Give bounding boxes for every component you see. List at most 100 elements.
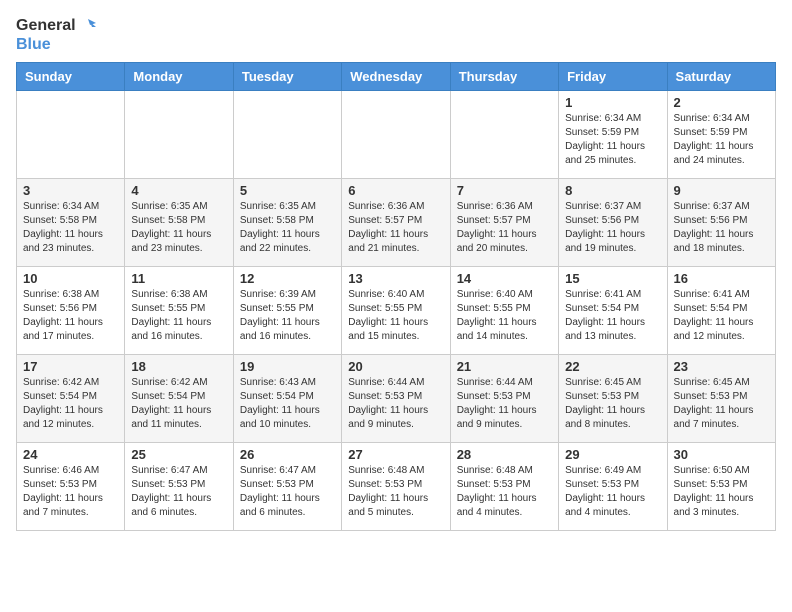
day-number: 18: [131, 359, 226, 374]
day-number: 22: [565, 359, 660, 374]
day-cell: 16 Sunrise: 6:41 AM Sunset: 5:54 PM Dayli…: [667, 267, 775, 355]
day-cell: [17, 91, 125, 179]
day-cell: 28 Sunrise: 6:48 AM Sunset: 5:53 PM Dayli…: [450, 443, 558, 531]
day-info: Sunrise: 6:36 AM Sunset: 5:57 PM Dayligh…: [457, 200, 552, 256]
day-number: 15: [565, 271, 660, 286]
day-info: Sunrise: 6:42 AM Sunset: 5:54 PM Dayligh…: [23, 376, 118, 432]
day-cell: 12 Sunrise: 6:39 AM Sunset: 5:55 PM Dayli…: [233, 267, 341, 355]
day-info: Sunrise: 6:38 AM Sunset: 5:55 PM Dayligh…: [131, 288, 226, 344]
day-number: 8: [565, 183, 660, 198]
day-number: 28: [457, 447, 552, 462]
week-row-2: 3 Sunrise: 6:34 AM Sunset: 5:58 PM Daylig…: [17, 179, 776, 267]
logo: General Blue: [16, 16, 96, 54]
week-row-4: 17 Sunrise: 6:42 AM Sunset: 5:54 PM Dayli…: [17, 355, 776, 443]
day-number: 7: [457, 183, 552, 198]
day-number: 4: [131, 183, 226, 198]
day-cell: 21 Sunrise: 6:44 AM Sunset: 5:53 PM Dayli…: [450, 355, 558, 443]
day-info: Sunrise: 6:37 AM Sunset: 5:56 PM Dayligh…: [674, 200, 769, 256]
day-cell: 29Sunrise: 6:49 AM Sunset: 5:53 PM Dayli…: [559, 443, 667, 531]
day-info: Sunrise: 6:46 AM Sunset: 5:53 PM Dayligh…: [23, 464, 118, 520]
day-info: Sunrise: 6:48 AM Sunset: 5:53 PM Dayligh…: [348, 464, 443, 520]
day-number: 27: [348, 447, 443, 462]
day-info: Sunrise: 6:35 AM Sunset: 5:58 PM Dayligh…: [240, 200, 335, 256]
day-cell: [342, 91, 450, 179]
day-number: 17: [23, 359, 118, 374]
weekday-header-row: SundayMondayTuesdayWednesdayThursdayFrid…: [17, 63, 776, 91]
day-cell: 6Sunrise: 6:36 AM Sunset: 5:57 PM Daylig…: [342, 179, 450, 267]
logo-general: General: [16, 16, 76, 35]
weekday-header-tuesday: Tuesday: [233, 63, 341, 91]
day-number: 13: [348, 271, 443, 286]
day-info: Sunrise: 6:41 AM Sunset: 5:54 PM Dayligh…: [674, 288, 769, 344]
day-cell: 9 Sunrise: 6:37 AM Sunset: 5:56 PM Daylig…: [667, 179, 775, 267]
day-info: Sunrise: 6:48 AM Sunset: 5:53 PM Dayligh…: [457, 464, 552, 520]
day-cell: 4 Sunrise: 6:35 AM Sunset: 5:58 PM Daylig…: [125, 179, 233, 267]
day-cell: 8 Sunrise: 6:37 AM Sunset: 5:56 PM Daylig…: [559, 179, 667, 267]
day-cell: 1 Sunrise: 6:34 AM Sunset: 5:59 PM Daylig…: [559, 91, 667, 179]
day-info: Sunrise: 6:44 AM Sunset: 5:53 PM Dayligh…: [348, 376, 443, 432]
calendar-table: SundayMondayTuesdayWednesdayThursdayFrid…: [16, 62, 776, 531]
day-info: Sunrise: 6:34 AM Sunset: 5:59 PM Dayligh…: [674, 112, 769, 168]
day-number: 10: [23, 271, 118, 286]
day-cell: 15 Sunrise: 6:41 AM Sunset: 5:54 PM Dayli…: [559, 267, 667, 355]
day-number: 25: [131, 447, 226, 462]
day-cell: [450, 91, 558, 179]
day-number: 1: [565, 95, 660, 110]
day-cell: 3 Sunrise: 6:34 AM Sunset: 5:58 PM Daylig…: [17, 179, 125, 267]
day-cell: 17 Sunrise: 6:42 AM Sunset: 5:54 PM Dayli…: [17, 355, 125, 443]
day-number: 19: [240, 359, 335, 374]
day-cell: 5Sunrise: 6:35 AM Sunset: 5:58 PM Daylig…: [233, 179, 341, 267]
day-info: Sunrise: 6:39 AM Sunset: 5:55 PM Dayligh…: [240, 288, 335, 344]
day-number: 30: [674, 447, 769, 462]
day-number: 3: [23, 183, 118, 198]
day-cell: [233, 91, 341, 179]
day-info: Sunrise: 6:47 AM Sunset: 5:53 PM Dayligh…: [131, 464, 226, 520]
day-info: Sunrise: 6:50 AM Sunset: 5:53 PM Dayligh…: [674, 464, 769, 520]
day-number: 11: [131, 271, 226, 286]
weekday-header-saturday: Saturday: [667, 63, 775, 91]
day-info: Sunrise: 6:41 AM Sunset: 5:54 PM Dayligh…: [565, 288, 660, 344]
day-number: 6: [348, 183, 443, 198]
day-number: 26: [240, 447, 335, 462]
day-number: 2: [674, 95, 769, 110]
day-number: 21: [457, 359, 552, 374]
week-row-1: 1 Sunrise: 6:34 AM Sunset: 5:59 PM Daylig…: [17, 91, 776, 179]
weekday-header-thursday: Thursday: [450, 63, 558, 91]
day-cell: 27 Sunrise: 6:48 AM Sunset: 5:53 PM Dayli…: [342, 443, 450, 531]
weekday-header-friday: Friday: [559, 63, 667, 91]
day-info: Sunrise: 6:47 AM Sunset: 5:53 PM Dayligh…: [240, 464, 335, 520]
day-info: Sunrise: 6:35 AM Sunset: 5:58 PM Dayligh…: [131, 200, 226, 256]
day-info: Sunrise: 6:43 AM Sunset: 5:54 PM Dayligh…: [240, 376, 335, 432]
weekday-header-sunday: Sunday: [17, 63, 125, 91]
day-cell: 20Sunrise: 6:44 AM Sunset: 5:53 PM Dayli…: [342, 355, 450, 443]
day-number: 23: [674, 359, 769, 374]
day-cell: 19 Sunrise: 6:43 AM Sunset: 5:54 PM Dayli…: [233, 355, 341, 443]
day-cell: 2 Sunrise: 6:34 AM Sunset: 5:59 PM Daylig…: [667, 91, 775, 179]
day-info: Sunrise: 6:49 AM Sunset: 5:53 PM Dayligh…: [565, 464, 660, 520]
day-number: 9: [674, 183, 769, 198]
week-row-5: 24 Sunrise: 6:46 AM Sunset: 5:53 PM Dayli…: [17, 443, 776, 531]
day-number: 14: [457, 271, 552, 286]
day-cell: 13 Sunrise: 6:40 AM Sunset: 5:55 PM Dayli…: [342, 267, 450, 355]
day-number: 16: [674, 271, 769, 286]
page-header: General Blue: [16, 16, 776, 54]
day-cell: 30 Sunrise: 6:50 AM Sunset: 5:53 PM Dayli…: [667, 443, 775, 531]
day-cell: 23Sunrise: 6:45 AM Sunset: 5:53 PM Dayli…: [667, 355, 775, 443]
weekday-header-monday: Monday: [125, 63, 233, 91]
day-cell: 10Sunrise: 6:38 AM Sunset: 5:56 PM Dayli…: [17, 267, 125, 355]
day-cell: 11 Sunrise: 6:38 AM Sunset: 5:55 PM Dayli…: [125, 267, 233, 355]
day-info: Sunrise: 6:37 AM Sunset: 5:56 PM Dayligh…: [565, 200, 660, 256]
day-info: Sunrise: 6:44 AM Sunset: 5:53 PM Dayligh…: [457, 376, 552, 432]
day-number: 12: [240, 271, 335, 286]
day-number: 24: [23, 447, 118, 462]
week-row-3: 10Sunrise: 6:38 AM Sunset: 5:56 PM Dayli…: [17, 267, 776, 355]
day-cell: 24 Sunrise: 6:46 AM Sunset: 5:53 PM Dayli…: [17, 443, 125, 531]
day-info: Sunrise: 6:34 AM Sunset: 5:58 PM Dayligh…: [23, 200, 118, 256]
day-cell: 7 Sunrise: 6:36 AM Sunset: 5:57 PM Daylig…: [450, 179, 558, 267]
day-cell: 25 Sunrise: 6:47 AM Sunset: 5:53 PM Dayli…: [125, 443, 233, 531]
day-info: Sunrise: 6:40 AM Sunset: 5:55 PM Dayligh…: [348, 288, 443, 344]
logo-bird-icon: [78, 17, 96, 35]
day-info: Sunrise: 6:34 AM Sunset: 5:59 PM Dayligh…: [565, 112, 660, 168]
day-cell: 26 Sunrise: 6:47 AM Sunset: 5:53 PM Dayli…: [233, 443, 341, 531]
day-info: Sunrise: 6:40 AM Sunset: 5:55 PM Dayligh…: [457, 288, 552, 344]
